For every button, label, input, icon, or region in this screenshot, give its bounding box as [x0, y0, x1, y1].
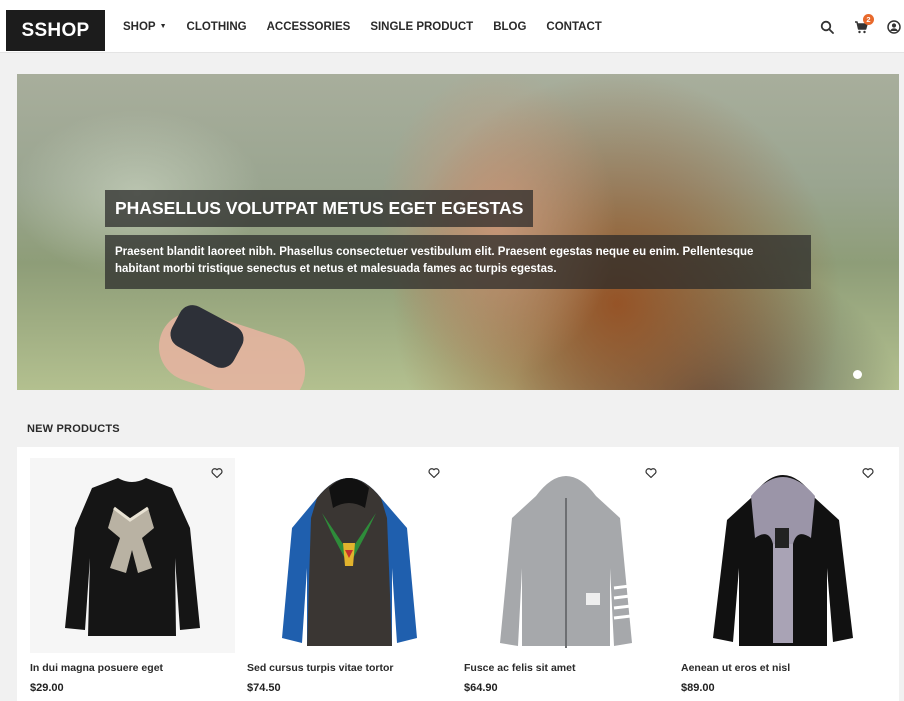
product-card[interactable]: Aenean ut eros et nisl $89.00 — [681, 458, 886, 701]
product-image[interactable] — [464, 458, 669, 653]
product-price: $89.00 — [681, 682, 715, 694]
product-name[interactable]: Sed cursus turpis vitae tortor — [247, 662, 393, 674]
product-name[interactable]: Aenean ut eros et nisl — [681, 662, 790, 674]
heart-icon[interactable] — [862, 466, 876, 480]
product-image[interactable] — [30, 458, 235, 653]
heart-icon[interactable] — [645, 466, 659, 480]
logo[interactable]: SSHOP — [6, 10, 105, 51]
nav-blog[interactable]: BLOG — [493, 21, 526, 33]
chevron-down-icon: ▼ — [159, 23, 167, 30]
site-header: SSHOP SHOP ▼ CLOTHING ACCESSORIES SINGLE… — [0, 0, 904, 53]
nav-clothing[interactable]: CLOTHING — [187, 21, 247, 33]
product-card[interactable]: Sed cursus turpis vitae tortor $74.50 — [247, 458, 452, 701]
hero-description: Praesent blandit laoreet nibh. Phasellus… — [105, 235, 811, 289]
nav-shop[interactable]: SHOP ▼ — [123, 21, 167, 33]
nav-accessories[interactable]: ACCESSORIES — [267, 21, 351, 33]
user-icon[interactable] — [887, 20, 903, 36]
section-title: NEW PRODUCTS — [27, 423, 120, 435]
hero-title: PHASELLUS VOLUTPAT METUS EGET EGESTAS — [105, 190, 534, 227]
product-price: $64.90 — [464, 682, 498, 694]
nav-shop-label: SHOP — [123, 20, 156, 33]
heart-icon[interactable] — [211, 466, 225, 480]
product-price: $29.00 — [30, 682, 64, 694]
heart-icon[interactable] — [428, 466, 442, 480]
nav-contact[interactable]: CONTACT — [546, 21, 601, 33]
search-icon[interactable] — [820, 20, 836, 36]
product-image[interactable] — [247, 458, 452, 653]
hero-slider[interactable]: PHASELLUS VOLUTPAT METUS EGET EGESTAS Pr… — [17, 74, 899, 390]
main-nav: SHOP ▼ CLOTHING ACCESSORIES SINGLE PRODU… — [123, 0, 622, 53]
product-card[interactable]: Fusce ac felis sit amet $64.90 — [464, 458, 669, 701]
product-grid: In dui magna posuere eget $29.00 Sed cur… — [17, 447, 899, 701]
nav-single-product[interactable]: SINGLE PRODUCT — [370, 21, 473, 33]
product-price: $74.50 — [247, 682, 281, 694]
cart-icon[interactable]: 2 — [854, 14, 874, 36]
product-name[interactable]: In dui magna posuere eget — [30, 662, 163, 674]
slider-dot[interactable] — [853, 370, 862, 379]
cart-count-badge: 2 — [863, 14, 874, 25]
product-name[interactable]: Fusce ac felis sit amet — [464, 662, 575, 674]
product-image[interactable] — [681, 458, 886, 653]
product-card[interactable]: In dui magna posuere eget $29.00 — [30, 458, 235, 701]
